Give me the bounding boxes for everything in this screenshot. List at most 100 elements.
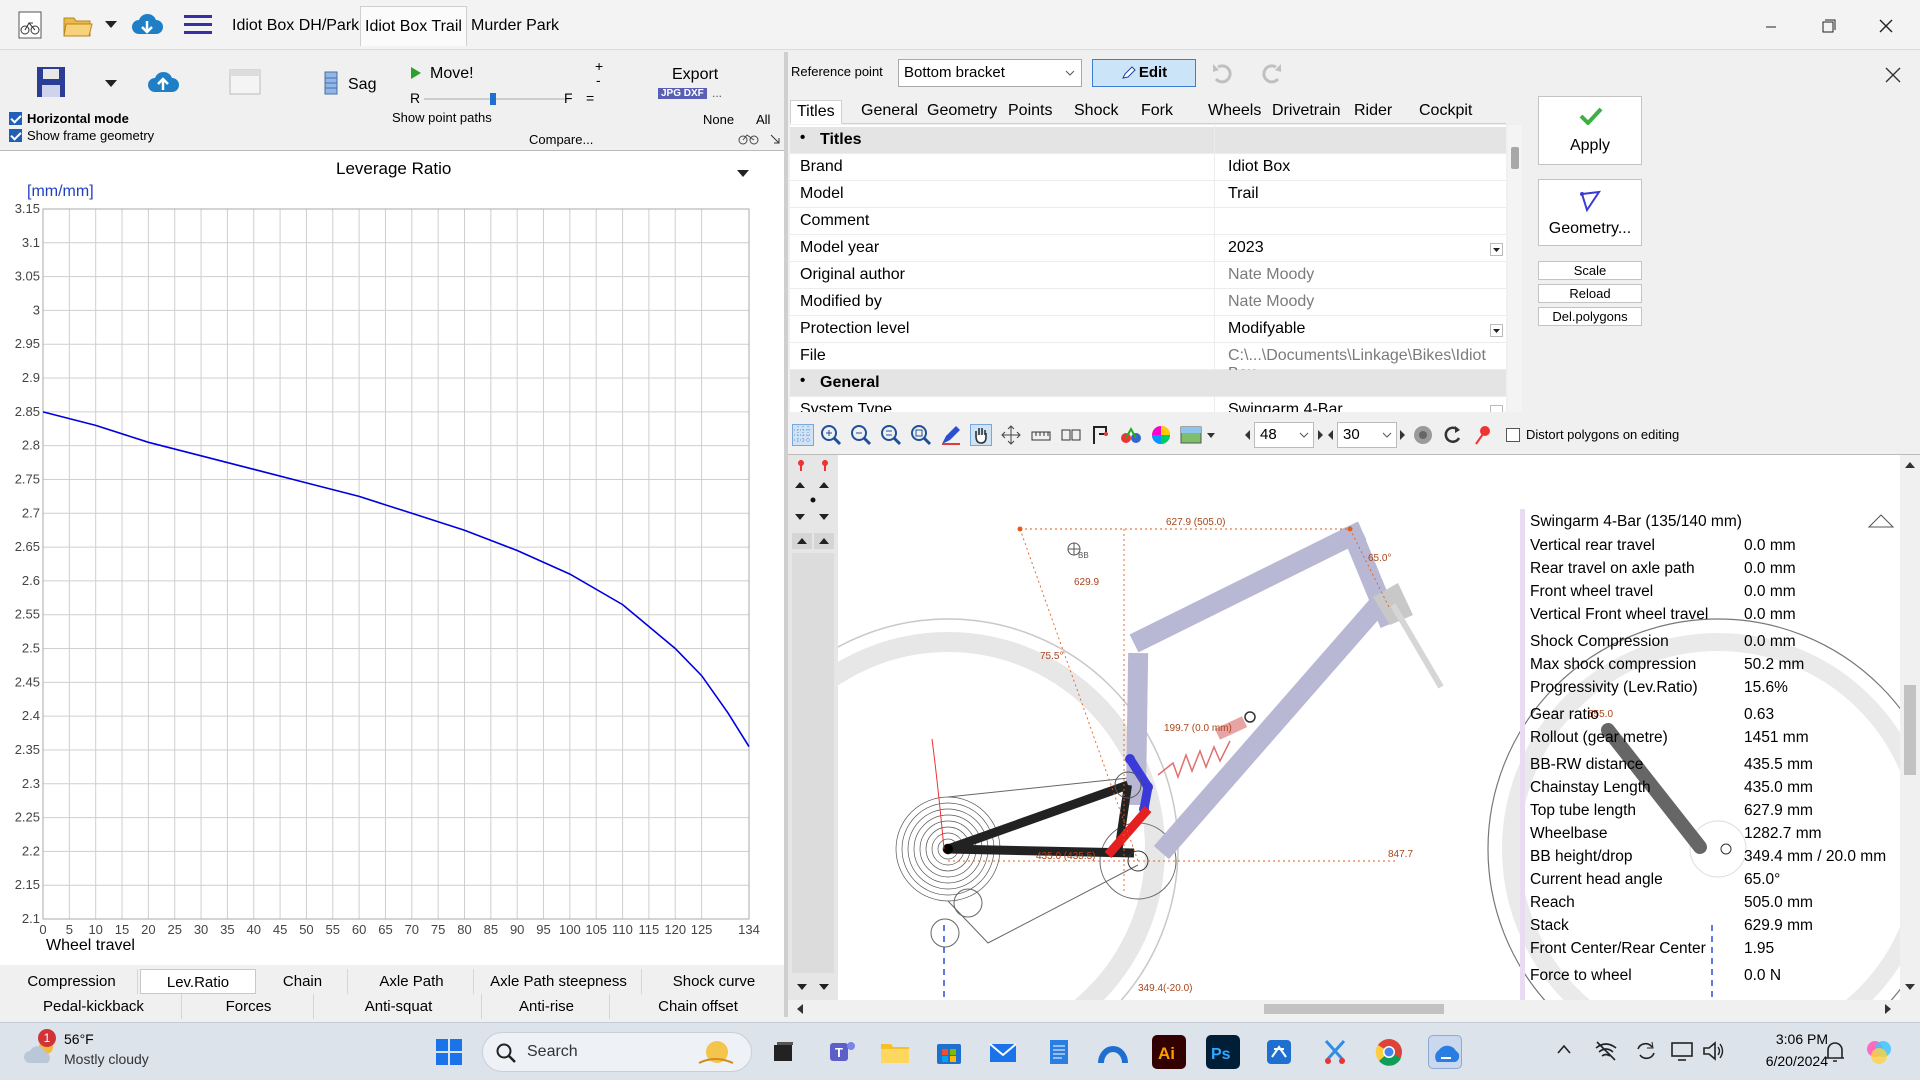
weather-condition[interactable]: Mostly cloudy xyxy=(64,1051,149,1067)
chrome-icon[interactable] xyxy=(1372,1035,1406,1069)
tab-general[interactable]: General xyxy=(861,100,918,124)
copilot-icon[interactable] xyxy=(1864,1037,1894,1067)
arc-icon[interactable] xyxy=(1096,1035,1130,1069)
property-value[interactable]: Nate Moody xyxy=(1228,293,1314,311)
pin-icon[interactable] xyxy=(1472,424,1494,446)
edit-button[interactable]: Edit xyxy=(1092,59,1196,87)
teams-icon[interactable]: T xyxy=(824,1035,858,1069)
tab-lev-ratio[interactable]: Lev.Ratio xyxy=(140,969,256,994)
minus-button[interactable]: - xyxy=(596,72,601,88)
section-general[interactable]: • General xyxy=(790,370,1506,397)
linkage-app-icon[interactable] xyxy=(1428,1035,1462,1069)
tab-chain-offset[interactable]: Chain offset xyxy=(612,994,784,1019)
distort-polygons-checkbox[interactable] xyxy=(1506,428,1520,442)
play-icon[interactable] xyxy=(410,66,422,80)
weather-temp[interactable]: 56°F xyxy=(64,1031,94,1047)
zoom-in-icon[interactable] xyxy=(820,424,842,446)
value2-spinner[interactable]: 30 xyxy=(1337,422,1397,448)
all-button[interactable]: All xyxy=(756,112,770,127)
tab-compression[interactable]: Compression xyxy=(6,969,138,994)
store-icon[interactable] xyxy=(932,1035,966,1069)
menu-icon[interactable] xyxy=(184,12,212,38)
scroll-up-button[interactable] xyxy=(792,533,812,549)
close-panel-icon[interactable] xyxy=(1884,66,1902,84)
tab-murder-park[interactable]: Murder Park xyxy=(467,6,563,46)
export-formats-badge[interactable]: JPG DXF xyxy=(658,88,707,99)
minimize-button[interactable] xyxy=(1750,8,1790,44)
triangle-up-icon[interactable] xyxy=(794,481,806,489)
window-icon[interactable] xyxy=(228,66,262,98)
property-row[interactable]: Original author Nate Moody xyxy=(790,262,1506,289)
windows-start-icon[interactable] xyxy=(432,1035,466,1069)
property-row[interactable]: Protection level Modifyable xyxy=(790,316,1506,343)
cloud-upload-icon[interactable] xyxy=(146,68,180,98)
triangle-up-icon[interactable] xyxy=(818,481,830,489)
pin-icon[interactable] xyxy=(794,459,808,473)
chevron-down-icon[interactable] xyxy=(1490,243,1503,256)
show-frame-geometry-checkbox[interactable] xyxy=(9,129,22,142)
property-grid-scrollbar[interactable] xyxy=(1508,125,1522,412)
tab-idiot-box-dh-park[interactable]: Idiot Box DH/Park xyxy=(228,6,363,46)
show-point-paths-label[interactable]: Show point paths xyxy=(392,110,492,125)
property-row[interactable]: Comment xyxy=(790,208,1506,235)
move-arrows-icon[interactable] xyxy=(1000,424,1022,446)
tab-chain[interactable]: Chain xyxy=(258,969,348,994)
collapse-up-icon[interactable] xyxy=(1868,513,1894,529)
open-folder-icon[interactable] xyxy=(62,10,94,40)
property-value[interactable]: Trail xyxy=(1228,185,1259,203)
property-row[interactable]: Brand Idiot Box xyxy=(790,154,1506,181)
cloud-download-icon[interactable] xyxy=(130,10,164,40)
export-label[interactable]: Export xyxy=(672,66,718,84)
tab-anti-squat[interactable]: Anti-squat xyxy=(316,994,482,1019)
reload-button[interactable]: Reload xyxy=(1538,284,1642,303)
right-arrow-icon[interactable] xyxy=(1318,430,1324,440)
tab-cockpit[interactable]: Cockpit xyxy=(1419,100,1472,124)
notepad-icon[interactable] xyxy=(1042,1035,1076,1069)
section-titles[interactable]: • Titles xyxy=(790,127,1506,154)
notifications-bell-icon[interactable] xyxy=(1824,1040,1846,1064)
bike-compare-icon[interactable] xyxy=(738,132,760,146)
right-arrow-icon[interactable] xyxy=(1400,430,1406,440)
scroll-down-button[interactable] xyxy=(792,979,812,995)
bike-drawing-canvas[interactable]: 627.9 (505.0) 629.9 65.0° 75.5° 199.7 (0… xyxy=(788,454,1920,1018)
draw-pen-icon[interactable] xyxy=(940,424,962,446)
property-value[interactable]: Modifyable xyxy=(1228,320,1305,338)
export-more-button[interactable]: ... xyxy=(712,86,722,100)
tab-forces[interactable]: Forces xyxy=(184,994,314,1019)
value1-spinner[interactable]: 48 xyxy=(1254,422,1314,448)
ruler-icon[interactable] xyxy=(1030,424,1052,446)
display-icon[interactable] xyxy=(1670,1040,1694,1062)
tab-idiot-box-trail[interactable]: Idiot Box Trail xyxy=(360,6,467,46)
clock-date[interactable]: 6/20/2024 xyxy=(1756,1053,1828,1069)
record-icon[interactable] xyxy=(1412,424,1434,446)
scroll-up-button[interactable] xyxy=(814,533,834,549)
tab-axle-path[interactable]: Axle Path xyxy=(350,969,474,994)
restore-button[interactable] xyxy=(1808,8,1848,44)
canvas-vertical-scrollbar[interactable] xyxy=(1900,455,1920,1018)
reference-point-select[interactable]: Bottom bracket xyxy=(898,59,1082,87)
vertical-slider-track[interactable] xyxy=(792,553,834,973)
tab-shock[interactable]: Shock xyxy=(1074,100,1118,124)
compare-button[interactable]: Compare... xyxy=(529,132,593,147)
chevron-down-icon[interactable] xyxy=(1490,324,1503,337)
expand-corner-icon[interactable] xyxy=(770,134,780,144)
sag-button[interactable]: Sag xyxy=(348,76,376,94)
illustrator-icon[interactable]: Ai xyxy=(1152,1035,1186,1069)
tab-wheels[interactable]: Wheels xyxy=(1208,100,1261,124)
chevron-down-icon[interactable] xyxy=(1206,432,1216,439)
triangle-down-icon[interactable] xyxy=(818,513,830,521)
scale-button[interactable]: Scale xyxy=(1538,261,1642,280)
property-row-system-type[interactable]: System Type Swingarm 4-Bar xyxy=(790,397,1506,412)
horizontal-mode-checkbox[interactable] xyxy=(9,112,22,125)
chevron-down-icon[interactable] xyxy=(104,79,118,89)
measure-icon[interactable] xyxy=(1060,424,1082,446)
snipping-tool-icon[interactable] xyxy=(1318,1035,1352,1069)
chevron-up-icon[interactable] xyxy=(1556,1043,1572,1055)
tab-geometry[interactable]: Geometry xyxy=(927,100,997,124)
network-icon[interactable] xyxy=(1594,1040,1618,1062)
geometry-button[interactable]: Geometry... xyxy=(1538,179,1642,246)
del-polygons-button[interactable]: Del.polygons xyxy=(1538,307,1642,326)
property-row[interactable]: Model Trail xyxy=(790,181,1506,208)
equals-button[interactable]: = xyxy=(586,90,594,106)
bird-app-icon[interactable] xyxy=(1262,1035,1296,1069)
